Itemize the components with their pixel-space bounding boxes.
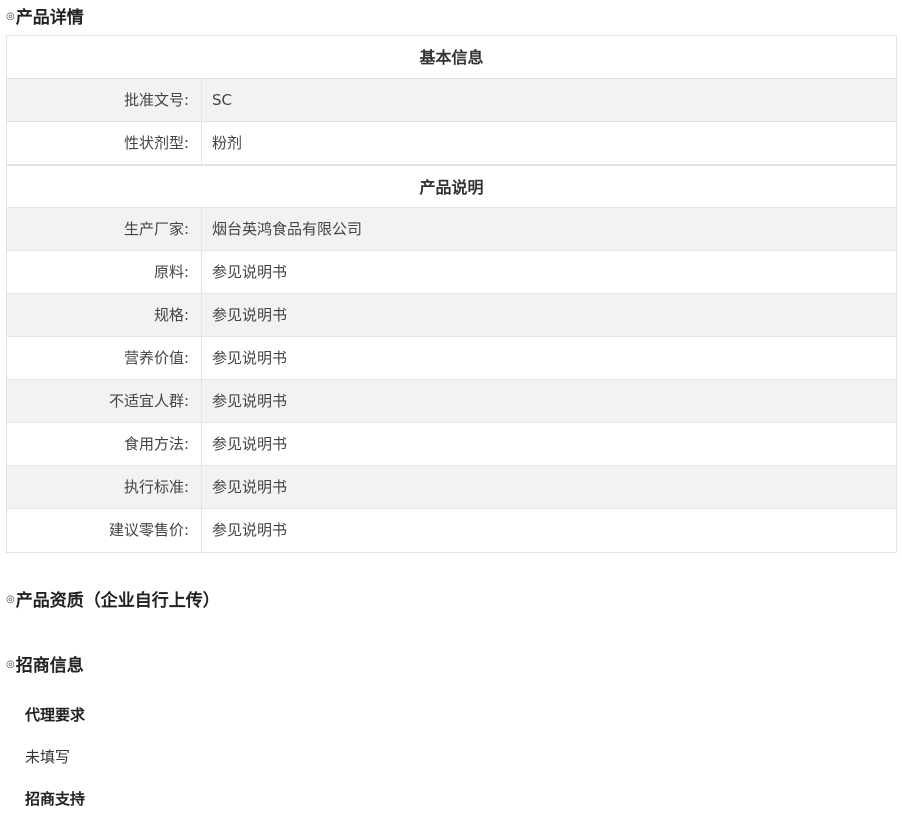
row-value: 参见说明书 [212, 392, 288, 410]
circle-marker-icon: ◎ [6, 11, 15, 22]
table-row: 性状剂型: 粉剂 [7, 122, 896, 165]
table-row: 营养价值: 参见说明书 [7, 337, 896, 380]
table-row: 批准文号: SC [7, 79, 896, 122]
row-label: 规格: [7, 294, 202, 336]
qualification-heading: ◎产品资质（企业自行上传） [6, 586, 220, 611]
row-value: 参见说明书 [212, 435, 288, 453]
table-row: 执行标准: 参见说明书 [7, 466, 896, 509]
row-value: 参见说明书 [212, 263, 288, 281]
table-row: 原料: 参见说明书 [7, 251, 896, 294]
circle-marker-icon: ◎ [6, 594, 15, 605]
row-value: 参见说明书 [212, 349, 288, 367]
investment-support-label: 招商支持 [25, 790, 86, 808]
agent-requirement-value: 未填写 [25, 748, 71, 766]
basic-info-title: 基本信息 [7, 36, 896, 79]
table-row: 建议零售价: 参见说明书 [7, 509, 896, 552]
row-value: 粉剂 [212, 134, 243, 152]
product-details-title: 产品详情 [15, 8, 84, 28]
table-row: 不适宜人群: 参见说明书 [7, 380, 896, 423]
row-value: 参见说明书 [212, 306, 288, 324]
table-row: 规格: 参见说明书 [7, 294, 896, 337]
row-label: 原料: [7, 251, 202, 293]
investment-title: 招商信息 [15, 656, 84, 676]
qualification-title: 产品资质（企业自行上传） [15, 591, 220, 611]
row-label: 批准文号: [7, 79, 202, 121]
row-label: 食用方法: [7, 423, 202, 465]
product-details-table: 基本信息 批准文号: SC 性状剂型: 粉剂 产品说明 生产厂家: 烟台英鸿食品… [6, 35, 897, 553]
investment-heading: ◎招商信息 [6, 651, 84, 676]
row-label: 性状剂型: [7, 122, 202, 164]
row-label: 生产厂家: [7, 208, 202, 250]
circle-marker-icon: ◎ [6, 659, 15, 670]
row-value: 参见说明书 [212, 478, 288, 496]
row-value: 参见说明书 [212, 521, 288, 539]
agent-requirement-label: 代理要求 [25, 706, 86, 724]
product-desc-title: 产品说明 [7, 165, 896, 208]
row-label: 营养价值: [7, 337, 202, 379]
row-label: 执行标准: [7, 466, 202, 508]
row-label: 建议零售价: [7, 509, 202, 552]
row-value: 烟台英鸿食品有限公司 [212, 220, 363, 238]
table-row: 生产厂家: 烟台英鸿食品有限公司 [7, 208, 896, 251]
row-label: 不适宜人群: [7, 380, 202, 422]
table-row: 食用方法: 参见说明书 [7, 423, 896, 466]
product-details-heading: ◎产品详情 [6, 3, 84, 28]
row-value: SC [212, 91, 232, 109]
